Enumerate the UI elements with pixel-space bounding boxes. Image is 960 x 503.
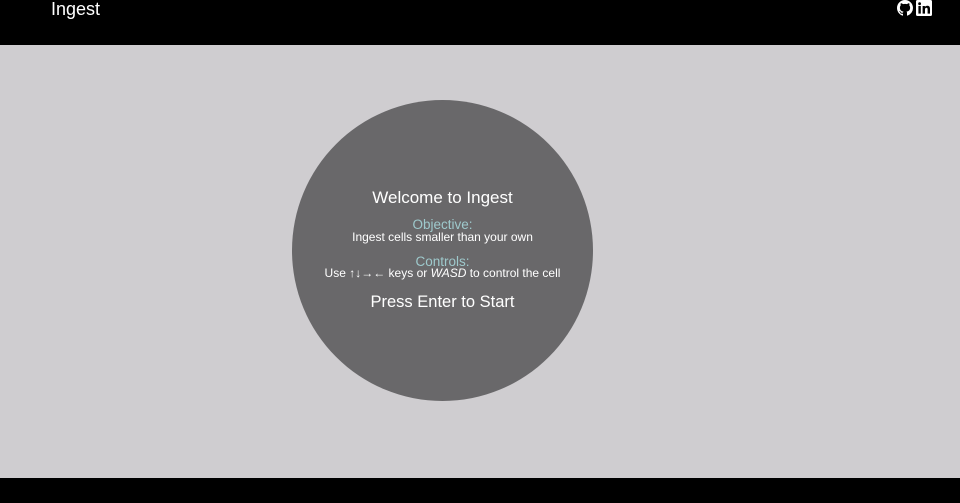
controls-suffix: to control the cell [469, 266, 561, 280]
linkedin-icon [916, 0, 932, 16]
top-bar: Ingest [0, 0, 960, 45]
bottom-bar [0, 478, 960, 503]
objective-text: Ingest cells smaller than your own [352, 230, 533, 244]
github-link[interactable] [897, 0, 913, 16]
app-title: Ingest [51, 0, 101, 19]
github-icon [897, 0, 913, 16]
start-menu-cell: Welcome to Ingest Objective: Ingest cell… [292, 100, 593, 401]
press-enter-prompt: Press Enter to Start [370, 293, 515, 311]
social-links [897, 0, 932, 16]
linkedin-link[interactable] [916, 0, 932, 16]
controls-keys: WASD [430, 266, 467, 280]
welcome-title: Welcome to Ingest [372, 188, 513, 207]
controls-text: Use ↑↓→← keys or WASD to control the cel… [292, 266, 593, 280]
controls-prefix: Use ↑↓→← keys or [324, 266, 428, 280]
